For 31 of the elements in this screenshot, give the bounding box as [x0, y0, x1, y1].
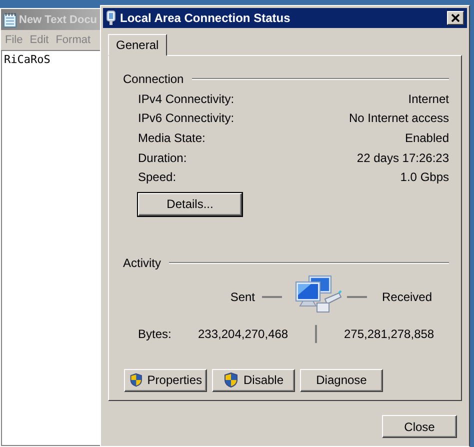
field-label: IPv6 Connectivity: [138, 111, 234, 126]
field-value: No Internet access [348, 111, 449, 126]
field-value: Enabled [404, 130, 449, 145]
field-label: Media State: [138, 130, 206, 145]
action-button[interactable]: Properties [124, 368, 207, 392]
bytes-sent-value: 233,204,270,468 [198, 326, 285, 341]
close-button[interactable]: Close [382, 415, 457, 438]
close-icon [451, 14, 460, 22]
sent-label: Sent [229, 290, 255, 304]
field-label: Speed: [138, 170, 176, 184]
shield-icon [223, 372, 240, 388]
received-label: Received [382, 290, 432, 304]
document-text: RiCaRoS [4, 53, 52, 66]
close-button[interactable] [447, 11, 464, 25]
action-button[interactable]: Diagnose [300, 368, 383, 392]
field-value: 1.0 Gbps [400, 170, 449, 184]
bytes-label: Bytes: [138, 326, 172, 341]
section-heading: Connection [123, 72, 184, 86]
notepad-icon [3, 12, 17, 28]
field-label: IPv4 Connectivity: [138, 92, 234, 106]
shield-icon [129, 372, 144, 388]
section-heading: Activity [123, 256, 162, 270]
bytes-received-value: 275,281,278,858 [344, 326, 434, 341]
tab[interactable]: General [108, 34, 167, 56]
field-label: Duration: [138, 150, 187, 165]
field-value: Internet [408, 92, 449, 106]
window-title: Local Area Connection Status [120, 11, 292, 25]
field-value: 22 days 17:26:23 [356, 150, 449, 165]
details-button[interactable]: Details... [138, 192, 242, 216]
action-button[interactable]: Disable [212, 368, 295, 392]
network-adapter-icon [106, 10, 116, 26]
